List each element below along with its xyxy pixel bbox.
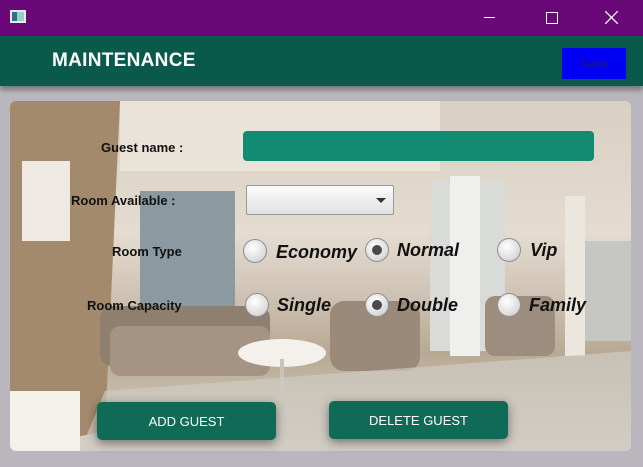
close-icon[interactable] (589, 0, 635, 36)
back-button[interactable]: Back (562, 48, 626, 79)
guest-name-label: Guest name : (101, 140, 184, 155)
app-header: MAINTENANCE Back (0, 36, 643, 86)
room-capacity-double-radio[interactable] (365, 293, 389, 317)
room-type-label: Room Type (112, 244, 182, 259)
room-capacity-single-label[interactable]: Single (277, 295, 331, 316)
minimize-icon[interactable] (466, 0, 512, 36)
room-capacity-single-radio[interactable] (245, 293, 269, 317)
window-titlebar (0, 0, 643, 36)
page-title: MAINTENANCE (52, 50, 196, 71)
maximize-icon[interactable] (528, 0, 574, 36)
chevron-down-icon[interactable] (376, 198, 386, 203)
room-type-vip-radio[interactable] (497, 238, 521, 262)
room-type-economy-radio[interactable] (243, 239, 267, 263)
room-type-normal-radio[interactable] (365, 238, 389, 262)
guest-name-input[interactable] (243, 131, 594, 161)
room-capacity-family-label[interactable]: Family (529, 295, 586, 316)
room-capacity-family-radio[interactable] (497, 293, 521, 317)
add-guest-button[interactable]: ADD GUEST (97, 402, 276, 440)
room-available-label: Room Available : (71, 193, 176, 208)
room-type-normal-label[interactable]: Normal (397, 240, 459, 261)
app-window-icon (10, 10, 26, 23)
delete-guest-button[interactable]: DELETE GUEST (329, 401, 508, 439)
room-type-economy-label[interactable]: Economy (276, 242, 357, 263)
room-capacity-double-label[interactable]: Double (397, 295, 458, 316)
room-type-vip-label[interactable]: Vip (530, 240, 557, 261)
room-capacity-label: Room Capacity (87, 298, 182, 313)
room-available-select[interactable] (246, 185, 394, 215)
